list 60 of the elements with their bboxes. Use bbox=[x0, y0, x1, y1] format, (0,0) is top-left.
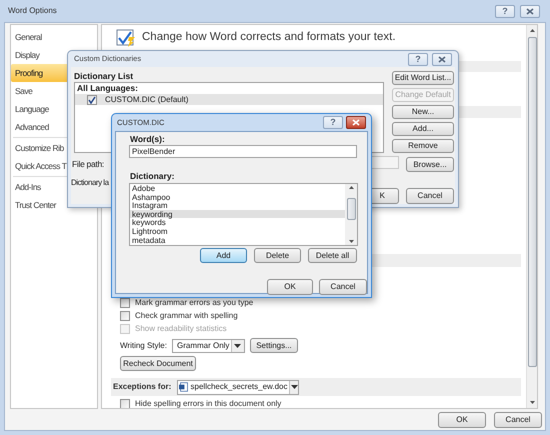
button[interactable]: Remove bbox=[392, 139, 454, 153]
scroll-thumb[interactable] bbox=[528, 37, 536, 367]
scroll-down-icon[interactable] bbox=[348, 237, 354, 245]
field-label: Exceptions for: bbox=[113, 383, 172, 391]
window-title: Word Options bbox=[8, 5, 57, 17]
scroll-thumb[interactable] bbox=[346, 198, 356, 220]
close-icon[interactable] bbox=[520, 4, 540, 18]
close-icon[interactable] bbox=[432, 52, 452, 66]
dropdown-arrow-icon[interactable] bbox=[290, 385, 298, 389]
document-dropdown[interactable]: spellcheck_secrets_ew.doc bbox=[177, 380, 300, 394]
button[interactable]: Browse... bbox=[406, 157, 454, 172]
dropdown-arrow-icon[interactable] bbox=[234, 344, 242, 348]
field-label: Writing Style: bbox=[120, 342, 167, 350]
checkbox-label: Mark grammar errors as you type bbox=[135, 298, 254, 306]
button[interactable]: Cancel bbox=[319, 279, 367, 295]
checkbox-label: Hide spelling errors in this document only bbox=[135, 400, 282, 408]
list-item[interactable]: Ashampoo bbox=[130, 192, 346, 202]
button[interactable]: OK bbox=[267, 279, 313, 295]
list-item[interactable]: keywording bbox=[130, 210, 346, 218]
button[interactable]: OK bbox=[438, 412, 486, 428]
button[interactable]: New... bbox=[392, 105, 454, 119]
button[interactable]: Settings... bbox=[250, 338, 298, 353]
list-item[interactable]: Adobe bbox=[130, 184, 346, 193]
checkbox-label: Show readability statistics bbox=[135, 324, 227, 332]
checkbox-label: Check grammar with spelling bbox=[135, 312, 238, 320]
help-button[interactable]: ? bbox=[495, 4, 515, 18]
field-label: Word(s): bbox=[130, 135, 165, 144]
checkbox[interactable] bbox=[120, 310, 130, 320]
list-item[interactable]: keywords bbox=[130, 218, 346, 227]
checkbox[interactable] bbox=[120, 298, 130, 308]
checkbox[interactable] bbox=[120, 398, 130, 408]
writing-style-dropdown[interactable]: Grammar Only bbox=[172, 338, 245, 352]
button[interactable]: Recheck Document bbox=[120, 356, 196, 371]
scrollbar[interactable] bbox=[526, 25, 537, 408]
sidebar-item[interactable]: General bbox=[11, 28, 97, 46]
list-item[interactable]: CUSTOM.DIC (Default) bbox=[75, 94, 383, 105]
button[interactable]: Add... bbox=[392, 122, 454, 136]
close-icon[interactable] bbox=[346, 116, 366, 129]
button[interactable]: Delete all bbox=[308, 248, 357, 263]
header-text: Change how Word corrects and formats your text. bbox=[142, 30, 396, 46]
list-item[interactable]: Instagram bbox=[130, 201, 346, 210]
document-icon bbox=[179, 381, 189, 393]
button[interactable]: Cancel bbox=[494, 412, 542, 428]
spelling-check-icon bbox=[116, 29, 136, 47]
help-button[interactable]: ? bbox=[408, 52, 428, 66]
help-button[interactable]: ? bbox=[323, 116, 343, 129]
list-item[interactable]: Lightroom bbox=[130, 226, 346, 236]
scroll-up-icon[interactable] bbox=[348, 184, 354, 192]
list-item[interactable]: metadata bbox=[130, 236, 346, 244]
button[interactable]: Edit Word List... bbox=[392, 71, 454, 85]
field-label: Dictionary la bbox=[71, 179, 109, 187]
button[interactable]: Cancel bbox=[406, 188, 454, 204]
button[interactable]: Delete bbox=[254, 248, 301, 263]
scrollbar[interactable] bbox=[345, 184, 357, 245]
checkbox[interactable] bbox=[87, 94, 97, 104]
field-label: Dictionary: bbox=[130, 172, 174, 180]
button[interactable]: Add bbox=[200, 248, 247, 263]
field-label: File path: bbox=[72, 160, 104, 168]
words-input[interactable]: PixelBender bbox=[129, 145, 357, 158]
list-group-label: All Languages: bbox=[76, 83, 139, 94]
